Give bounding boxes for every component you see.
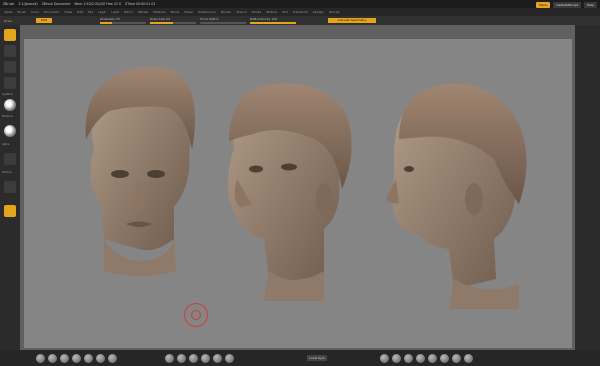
draw-size-fill	[150, 22, 173, 24]
app-name: ZBrush	[3, 2, 15, 6]
shelf-button-7-icon[interactable]	[108, 354, 117, 363]
head-three-quarter-view	[228, 83, 352, 301]
shelf-button-19-icon[interactable]	[440, 354, 449, 363]
menu-item-render[interactable]: Render	[221, 10, 232, 14]
shelf-button-21-icon[interactable]	[464, 354, 473, 363]
shelf-button-2-icon[interactable]	[48, 354, 57, 363]
menu-item-zscript[interactable]: Zscript	[329, 10, 339, 14]
head-profile-view	[386, 83, 527, 309]
shelf-button-20-icon[interactable]	[452, 354, 461, 363]
rotate-tool-icon[interactable]	[4, 77, 16, 89]
zintensity-label: Zintensity	[100, 17, 116, 21]
shelf-button-13-icon[interactable]	[225, 354, 234, 363]
menu-item-picker[interactable]: Picker	[184, 10, 193, 14]
lightbox-label[interactable]: Lightbox	[2, 93, 13, 96]
symmetry-toggle-icon[interactable]	[4, 205, 16, 217]
menu-item-preferences[interactable]: Preferences	[198, 10, 216, 14]
scale-tool-icon[interactable]	[4, 61, 16, 73]
shelf-button-11-icon[interactable]	[201, 354, 210, 363]
move-tool-icon[interactable]	[4, 45, 16, 57]
left-shelf: Lightbox Material Alpha Texture	[0, 25, 20, 350]
menu-item-color[interactable]: Color	[31, 10, 39, 14]
draw-size-value: 64	[165, 17, 170, 21]
shelf-button-12-icon[interactable]	[213, 354, 222, 363]
zintensity-value: 25	[116, 17, 120, 21]
shelf-button-10-icon[interactable]	[189, 354, 198, 363]
menu-item-document[interactable]: Document	[44, 10, 60, 14]
menu-item-alpha[interactable]: Alpha	[4, 10, 13, 14]
menu-item-light[interactable]: Light	[111, 10, 119, 14]
alpha-swatch-icon[interactable]	[4, 153, 16, 165]
title-bar: ZBrush 3.1(Iprocall) ZBrush Document Mem…	[0, 0, 600, 8]
shelf-button-1-icon[interactable]	[36, 354, 45, 363]
shelf-button-14-icon[interactable]	[380, 354, 389, 363]
menu-item-tool[interactable]: Tool	[282, 10, 288, 14]
focal-shift-value: 0	[216, 17, 219, 21]
shelf-button-17-icon[interactable]	[416, 354, 425, 363]
draw-size-slider[interactable]: Draw Size 64	[150, 17, 196, 24]
top-toolbar: Draw Edit Zintensity 25 Draw Size 64 Foc…	[0, 16, 600, 25]
material-label: Material	[2, 115, 13, 118]
shelf-button-9-icon[interactable]	[177, 354, 186, 363]
edit-button[interactable]: Edit	[36, 18, 52, 23]
alpha-label: Alpha	[2, 143, 10, 146]
texture-swatch-icon[interactable]	[4, 181, 16, 193]
menu-item-file[interactable]: File	[88, 10, 93, 14]
menu-item-macro[interactable]: Macro	[124, 10, 133, 14]
shelf-button-3-icon[interactable]	[60, 354, 69, 363]
menu-item-brush[interactable]: Brush	[18, 10, 27, 14]
rgb-intensity-label: RGB Intensity	[250, 17, 271, 21]
menu-bar: Alpha Brush Color Document Draw Edit Fil…	[0, 8, 600, 16]
shelf-button-18-icon[interactable]	[428, 354, 437, 363]
rgb-intensity-slider[interactable]: RGB Intensity 100	[250, 17, 296, 24]
rgb-intensity-value: 100	[271, 17, 278, 21]
menu-item-stroke[interactable]: Stroke	[252, 10, 262, 14]
focal-shift-slider[interactable]: Focal Shift 0	[200, 17, 246, 24]
shelf-button-8-icon[interactable]	[165, 354, 174, 363]
menu-item-layer[interactable]: Layer	[98, 10, 106, 14]
right-shelf	[575, 25, 600, 350]
menu-item-transform[interactable]: Transform	[293, 10, 308, 14]
sculpt-viewport[interactable]	[24, 39, 572, 348]
menu-item-stencil[interactable]: Stencil	[236, 10, 246, 14]
app-version: 3.1(Iprocall)	[18, 2, 38, 6]
menu-item-zplugin[interactable]: Zplugin	[313, 10, 324, 14]
menu-item-movie[interactable]: Movie	[170, 10, 179, 14]
menu-item-material[interactable]: Material	[153, 10, 165, 14]
local-sym-button[interactable]: Local Sym	[307, 355, 327, 361]
focal-shift-label: Focal Shift	[200, 17, 216, 21]
zintensity-fill	[100, 22, 112, 24]
document-canvas[interactable]	[24, 39, 572, 348]
menu-item-texture[interactable]: Texture	[266, 10, 277, 14]
memory-info: Mem 1.5G/2.0G/4G Free 47.0	[74, 2, 121, 6]
texture-label: Texture	[2, 171, 12, 174]
matcap-icon[interactable]	[4, 125, 16, 137]
material-sphere-icon[interactable]	[4, 99, 16, 111]
shelf-button-16-icon[interactable]	[404, 354, 413, 363]
shelf-button-4-icon[interactable]	[72, 354, 81, 363]
draw-tool-icon[interactable]	[4, 29, 16, 41]
rgb-intensity-fill	[250, 22, 296, 24]
menu-item-draw[interactable]: Draw	[64, 10, 72, 14]
activate-symmetry-button[interactable]: Activate Symmetry	[328, 18, 376, 23]
menu-item-edit[interactable]: Edit	[77, 10, 83, 14]
document-name: ZBrush Document	[41, 2, 71, 6]
shelf-button-6-icon[interactable]	[96, 354, 105, 363]
draw-size-label: Draw Size	[150, 17, 165, 21]
head-front-view	[85, 66, 196, 276]
bottom-shelf: Local Sym	[0, 350, 600, 366]
menu-item-marker[interactable]: Marker	[138, 10, 148, 14]
shelf-button-15-icon[interactable]	[392, 354, 401, 363]
shelf-button-5-icon[interactable]	[84, 354, 93, 363]
brush-cursor	[184, 303, 208, 327]
ztime-info: ZTime 00:00:01.01	[125, 2, 156, 6]
zintensity-slider[interactable]: Zintensity 25	[100, 17, 146, 24]
